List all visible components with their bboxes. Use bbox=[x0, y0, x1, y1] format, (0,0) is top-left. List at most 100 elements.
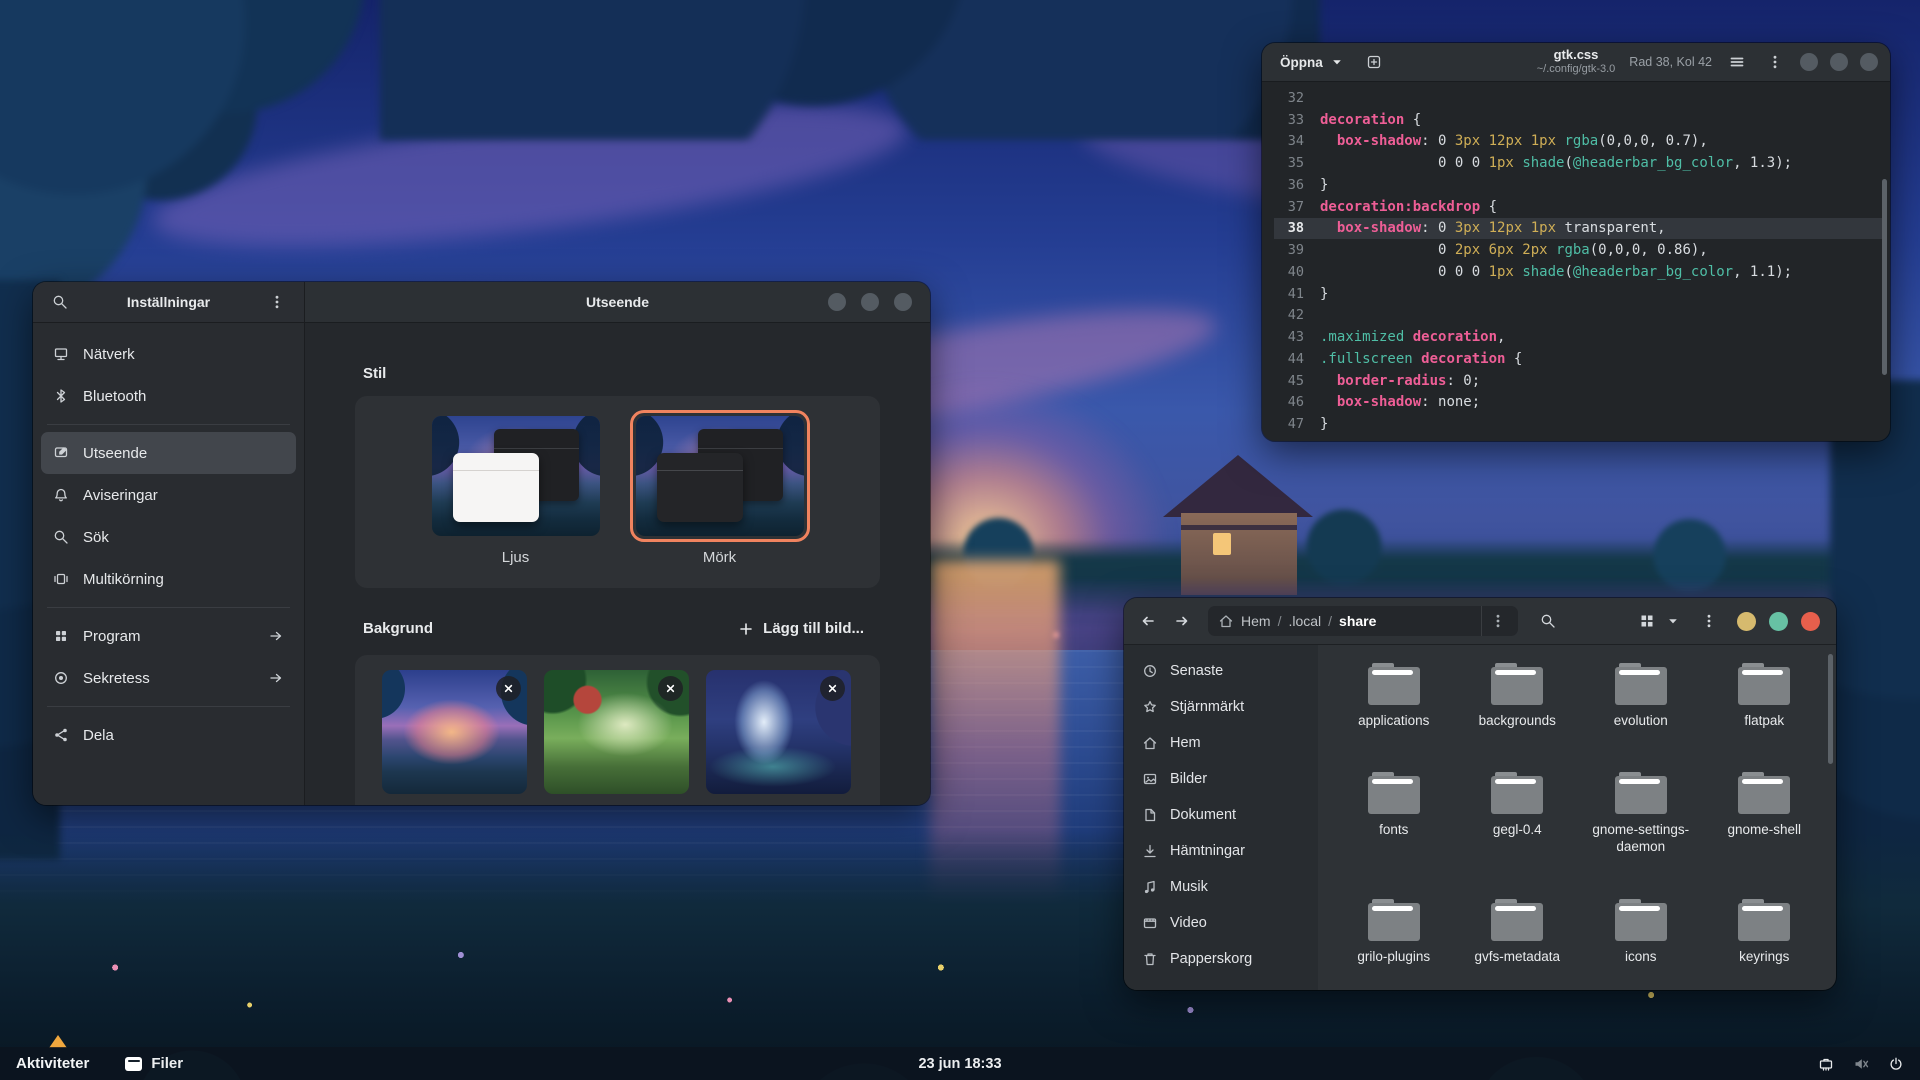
folder-item[interactable]: backgrounds bbox=[1456, 663, 1578, 729]
folder-item[interactable]: flatpak bbox=[1703, 663, 1825, 729]
sidebar-item-hem[interactable]: Hem bbox=[1132, 725, 1310, 761]
maximize-button[interactable] bbox=[1830, 53, 1848, 71]
remove-background-button[interactable] bbox=[820, 676, 845, 701]
sidebar-item-dela[interactable]: Dela bbox=[41, 714, 296, 756]
sidebar-item-hamtningar[interactable]: Hämtningar bbox=[1132, 833, 1310, 869]
sidebar-item-utseende[interactable]: Utseende bbox=[41, 432, 296, 474]
code-line[interactable]: 40 0 0 0 1px shade(@headerbar_bg_color, … bbox=[1274, 261, 1882, 283]
style-option-dark[interactable]: Mörk bbox=[629, 410, 810, 566]
view-toggle-button[interactable] bbox=[1633, 607, 1661, 635]
code-line[interactable]: 35 0 0 0 1px shade(@headerbar_bg_color, … bbox=[1274, 152, 1882, 174]
code-line[interactable]: 32 bbox=[1274, 87, 1882, 109]
path-bar[interactable]: Hem / .local / share bbox=[1208, 606, 1518, 636]
ethernet-icon bbox=[1818, 1056, 1834, 1072]
settings-app-title: Inställningar bbox=[126, 294, 211, 310]
editor-code-area[interactable]: 32 33 decoration {34 box-shadow: 0 3px 12p… bbox=[1262, 82, 1890, 435]
focused-app-menu[interactable]: Filer bbox=[125, 1055, 183, 1072]
code-line[interactable]: 42 bbox=[1274, 305, 1882, 327]
files-search-button[interactable] bbox=[1534, 607, 1562, 635]
code-line[interactable]: 45 border-radius: 0; bbox=[1274, 370, 1882, 392]
path-separator: / bbox=[1328, 613, 1333, 629]
close-button[interactable] bbox=[1801, 611, 1820, 631]
folder-item[interactable]: gvfs-metadata bbox=[1456, 898, 1578, 965]
view-options-button[interactable] bbox=[1663, 607, 1683, 635]
close-button[interactable] bbox=[894, 293, 912, 311]
sidebar-item-sok[interactable]: Sök bbox=[41, 516, 296, 558]
folder-item[interactable]: keyrings bbox=[1703, 898, 1825, 965]
minimize-button[interactable] bbox=[1737, 611, 1756, 631]
files-scrollbar[interactable] bbox=[1828, 654, 1833, 764]
sidebar-item-bluetooth[interactable]: Bluetooth bbox=[41, 375, 296, 417]
forward-button[interactable] bbox=[1168, 607, 1196, 635]
folder-item[interactable]: icons bbox=[1580, 898, 1702, 965]
code-line[interactable]: 34 box-shadow: 0 3px 12px 1px rgba(0,0,0… bbox=[1274, 131, 1882, 153]
code-line[interactable]: 43 .maximized decoration, bbox=[1274, 326, 1882, 348]
remove-background-button[interactable] bbox=[658, 676, 683, 701]
sidebar-item-aviseringar[interactable]: Aviseringar bbox=[41, 474, 296, 516]
sidebar-item-program[interactable]: Program bbox=[41, 615, 296, 657]
arrow-right-icon bbox=[268, 628, 284, 644]
background-thumbnails-card bbox=[355, 655, 880, 805]
maximize-button[interactable] bbox=[1769, 611, 1788, 631]
sidebar-item-bilder[interactable]: Bilder bbox=[1132, 761, 1310, 797]
code-line[interactable]: 47} bbox=[1274, 413, 1882, 435]
code-line[interactable]: 33 decoration { bbox=[1274, 109, 1882, 131]
sidebar-item-papperskorg[interactable]: Papperskorg bbox=[1132, 941, 1310, 977]
style-option-light[interactable]: Ljus bbox=[426, 410, 606, 566]
editor-scrollbar[interactable] bbox=[1882, 91, 1887, 429]
code-text: box-shadow: 0 3px 12px 1px rgba(0,0,0, 0… bbox=[1336, 133, 1708, 150]
folder-label: gnome-shell bbox=[1727, 822, 1802, 838]
back-button[interactable] bbox=[1134, 607, 1162, 635]
folder-item[interactable]: gnome-shell bbox=[1703, 772, 1825, 838]
sidebar-item-multikorning[interactable]: Multikörning bbox=[41, 558, 296, 600]
new-tab-button[interactable] bbox=[1361, 49, 1387, 75]
activities-button[interactable]: Aktiviteter bbox=[16, 1055, 89, 1072]
clock[interactable]: 23 jun 18:33 bbox=[918, 1056, 1001, 1072]
path-segment[interactable]: .local bbox=[1288, 613, 1321, 629]
cursor-position[interactable]: Rad 38, Kol 42 bbox=[1629, 55, 1712, 69]
sidebar-item-natverk[interactable]: Nätverk bbox=[41, 333, 296, 375]
settings-search-button[interactable] bbox=[47, 289, 73, 315]
folder-item[interactable]: gnome-settings-daemon bbox=[1580, 772, 1702, 855]
minimize-button[interactable] bbox=[1800, 53, 1818, 71]
open-button[interactable]: Öppna bbox=[1274, 50, 1351, 74]
path-segment[interactable]: Hem bbox=[1241, 613, 1271, 629]
code-text: 0 0 0 1px shade(@headerbar_bg_color, 1.3… bbox=[1320, 155, 1793, 172]
system-tray[interactable] bbox=[1818, 1056, 1904, 1072]
path-menu-button[interactable] bbox=[1481, 606, 1514, 636]
settings-menu-button[interactable] bbox=[264, 289, 290, 315]
sidebar-item-sekretess[interactable]: Sekretess bbox=[41, 657, 296, 699]
remove-background-button[interactable] bbox=[496, 676, 521, 701]
add-image-button[interactable]: Lägg till bild... bbox=[730, 615, 872, 642]
primary-menu-button[interactable] bbox=[1762, 49, 1788, 75]
code-line[interactable]: 46 box-shadow: none; bbox=[1274, 392, 1882, 414]
desktop: Öppna gtk.css ~/.config/gtk-3.0 Rad 38, … bbox=[0, 0, 1920, 1080]
path-segment[interactable]: share bbox=[1339, 613, 1376, 629]
view-menu-button[interactable] bbox=[1724, 49, 1750, 75]
code-line[interactable]: 41} bbox=[1274, 283, 1882, 305]
sidebar-item-senaste[interactable]: Senaste bbox=[1132, 653, 1310, 689]
folder-item[interactable]: fonts bbox=[1333, 772, 1455, 838]
maximize-button[interactable] bbox=[861, 293, 879, 311]
close-button[interactable] bbox=[1860, 53, 1878, 71]
background-thumbnail-garden[interactable] bbox=[544, 670, 689, 794]
code-line[interactable]: 39 0 2px 6px 2px rgba(0,0,0, 0.86), bbox=[1274, 239, 1882, 261]
sidebar-item-stjarnmarkt[interactable]: Stjärnmärkt bbox=[1132, 689, 1310, 725]
background-thumbnail-sunset-lake[interactable] bbox=[382, 670, 527, 794]
sidebar-item-video[interactable]: Video bbox=[1132, 905, 1310, 941]
folder-icon bbox=[1367, 663, 1420, 705]
code-line[interactable]: 38 box-shadow: 0 3px 12px 1px transparen… bbox=[1274, 217, 1882, 240]
background-thumbnail-blue-canyon[interactable] bbox=[706, 670, 851, 794]
folder-item[interactable]: gegl-0.4 bbox=[1456, 772, 1578, 838]
files-menu-button[interactable] bbox=[1695, 607, 1723, 635]
folder-item[interactable]: grilo-plugins bbox=[1333, 898, 1455, 965]
sidebar-item-musik[interactable]: Musik bbox=[1132, 869, 1310, 905]
minimize-button[interactable] bbox=[828, 293, 846, 311]
code-line[interactable]: 44 .fullscreen decoration { bbox=[1274, 348, 1882, 370]
sidebar-item-dokument[interactable]: Dokument bbox=[1132, 797, 1310, 833]
folder-icon bbox=[1614, 772, 1667, 815]
code-line[interactable]: 36} bbox=[1274, 174, 1882, 196]
folder-item[interactable]: applications bbox=[1333, 663, 1455, 729]
code-line[interactable]: 37 decoration:backdrop { bbox=[1274, 196, 1882, 218]
folder-item[interactable]: evolution bbox=[1580, 663, 1702, 729]
